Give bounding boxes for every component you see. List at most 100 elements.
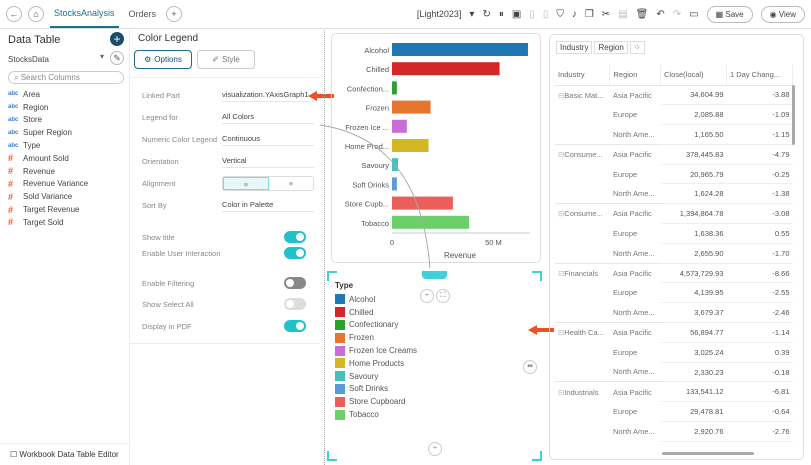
pause-icon[interactable]: ⏸ xyxy=(499,9,504,20)
undo-icon[interactable]: ↶ xyxy=(656,9,664,20)
table-row[interactable]: ⊟Industrials Asia Pacific 133,541.12 -6.81 xyxy=(555,381,793,403)
column-item[interactable]: abc Area xyxy=(8,88,88,101)
legend-item[interactable]: Store Cupboard xyxy=(335,395,417,408)
datasource-select[interactable]: StocksData xyxy=(8,55,49,64)
column-header[interactable]: Industry xyxy=(555,65,611,85)
table-row[interactable]: ⊟Health Ca... Asia Pacific 56,894.77 -1.14 xyxy=(555,322,793,343)
align-right-button[interactable]: ≡ xyxy=(269,177,313,190)
group-chip-industry[interactable]: Industry xyxy=(556,41,593,54)
redo-icon[interactable]: ↷ xyxy=(673,9,681,20)
column-item[interactable]: # Sold Variance xyxy=(8,190,88,203)
bar[interactable] xyxy=(392,100,431,114)
data-table[interactable]: Industry Region ⁘ Industry Region Close(loca… xyxy=(549,34,804,460)
table-row[interactable]: Europe 29,478.81 -0.64 xyxy=(555,401,793,423)
refresh-icon[interactable]: ↻ xyxy=(482,9,490,20)
table-row[interactable]: North Ame... 1,165.50 -1.15 xyxy=(555,124,793,145)
table-row[interactable]: Europe 20,965.79 -0.25 xyxy=(555,164,793,185)
table-row[interactable]: North Ame... 3,679.37 -2.46 xyxy=(555,302,793,324)
delete-icon[interactable]: 🗑 xyxy=(636,9,649,20)
table-row[interactable]: ⊟Financials Asia Pacific 4,573,729.93 -8.66 xyxy=(555,262,793,284)
column-item[interactable]: abc Region xyxy=(8,101,88,114)
legend-item[interactable]: Alcohol xyxy=(335,293,417,306)
column-item[interactable]: # Revenue xyxy=(8,165,88,178)
legend-item[interactable]: Frozen Ice Creams xyxy=(335,344,417,357)
add-data-button[interactable]: + xyxy=(110,32,124,46)
chevron-down-icon[interactable]: ▾ xyxy=(469,9,474,20)
tab-stocksanalysis[interactable]: StocksAnalysis xyxy=(50,0,119,28)
numeric-legend-select[interactable]: Continuous xyxy=(222,132,314,146)
vertical-scrollbar[interactable] xyxy=(792,85,795,145)
toggle-switch[interactable] xyxy=(284,247,306,259)
table-row[interactable]: ⊟Consume... Asia Pacific 378,445.83 -4.79 xyxy=(555,143,793,165)
table-row[interactable]: Europe 4,139.95 -2.55 xyxy=(555,282,793,304)
export-icon[interactable]: ▯ xyxy=(543,9,549,20)
linked-part-field[interactable]: visualization.YAxisGraph1 xyxy=(222,88,314,102)
column-header[interactable]: Close(local) xyxy=(660,65,727,85)
maximize-icon[interactable]: ⛶ xyxy=(436,289,450,303)
table-row[interactable]: ⊟Consume... Asia Pacific 1,394,864.78 -3.08 xyxy=(555,203,793,225)
bar[interactable] xyxy=(392,43,528,56)
column-item[interactable]: # Target Revenue xyxy=(8,203,88,216)
theme-select[interactable]: [Light2023] xyxy=(417,9,462,19)
table-row[interactable]: North Ame... 2,920.76 -2.76 xyxy=(555,421,793,442)
toggle-switch[interactable] xyxy=(284,277,306,289)
resize-horizontal-handle[interactable]: ⇹ xyxy=(523,360,537,374)
bar[interactable] xyxy=(392,62,500,76)
toggle-switch[interactable] xyxy=(284,231,306,243)
legend-item[interactable]: Frozen xyxy=(335,331,417,344)
home-button[interactable]: ⌂ xyxy=(28,6,44,22)
bookmark-icon[interactable]: ⛉ xyxy=(556,9,564,20)
toggle-switch[interactable] xyxy=(284,320,306,332)
options-tab[interactable]: ⚙ Options xyxy=(134,50,192,69)
chevron-down-icon[interactable]: ▾ xyxy=(100,52,104,61)
style-tab[interactable]: ✐ Style xyxy=(197,50,255,69)
horizontal-scrollbar[interactable] xyxy=(662,452,754,455)
column-header[interactable]: Region xyxy=(609,65,661,85)
column-item[interactable]: abc Super Region xyxy=(8,126,88,139)
edit-datasource-button[interactable]: ✎ xyxy=(110,51,124,65)
search-columns-input[interactable]: ⌕ Search Columns xyxy=(8,71,124,84)
legend-item[interactable]: Confectionary xyxy=(335,319,417,332)
comment-icon[interactable]: ▭ xyxy=(689,9,698,20)
pdf-icon[interactable]: ▯ xyxy=(529,9,535,20)
legend-for-select[interactable]: All Colors xyxy=(222,110,314,124)
sort-by-select[interactable]: Color in Palette xyxy=(222,198,314,212)
copy-icon[interactable]: ❐ xyxy=(585,9,594,20)
workbook-data-table-editor-link[interactable]: ☐ Workbook Data Table Editor xyxy=(0,443,130,465)
table-row[interactable]: North Ame... 1,624.28 -1.38 xyxy=(555,183,793,205)
table-row[interactable]: ⊟Basic Mat... Asia Pacific 34,604.99 -3.88 xyxy=(555,84,793,106)
table-row[interactable]: Europe 3,025.24 0.39 xyxy=(555,342,793,363)
snapshot-icon[interactable]: ▣ xyxy=(512,9,521,20)
resize-vertical-handle[interactable]: ÷ xyxy=(428,442,442,456)
cut-icon[interactable]: ✂ xyxy=(602,9,610,20)
legend-item[interactable]: Tobacco xyxy=(335,408,417,421)
hierarchy-icon[interactable]: ⁘ xyxy=(629,41,645,54)
column-item[interactable]: abc Store xyxy=(8,114,88,127)
legend-item[interactable]: Soft Drinks xyxy=(335,383,417,396)
column-item[interactable]: # Amount Sold xyxy=(8,152,88,165)
table-row[interactable]: Europe 2,085.88 -1.09 xyxy=(555,104,793,126)
column-item[interactable]: # Revenue Variance xyxy=(8,178,88,191)
save-button[interactable]: ▦ Save xyxy=(706,5,753,23)
legend-item[interactable]: Chilled xyxy=(335,306,417,319)
table-row[interactable]: North Ame... 2,655.90 -1.70 xyxy=(555,243,793,264)
resize-vertical-handle[interactable]: ÷ xyxy=(420,289,434,303)
tab-orders[interactable]: Orders xyxy=(125,1,161,27)
bell-icon[interactable]: ♪ xyxy=(572,9,577,20)
align-left-button[interactable]: ≡ xyxy=(223,177,269,190)
table-row[interactable]: Europe 1,638.36 0.55 xyxy=(555,223,793,244)
add-tab-button[interactable]: + xyxy=(166,6,183,22)
legend-item[interactable]: Home Products xyxy=(335,357,417,370)
orientation-select[interactable]: Vertical xyxy=(222,154,314,168)
legend-item[interactable]: Savoury xyxy=(335,370,417,383)
color-legend[interactable]: Type Alcohol Chilled Confectionary Frozen Fr… xyxy=(327,271,542,461)
table-row[interactable]: North Ame... 2,330.23 -0.18 xyxy=(555,362,793,383)
drag-handle[interactable] xyxy=(422,271,447,279)
paste-icon[interactable]: ▤ xyxy=(618,9,627,20)
toggle-switch[interactable] xyxy=(284,298,306,310)
group-chip-region[interactable]: Region xyxy=(594,41,628,54)
bar[interactable] xyxy=(392,81,397,95)
column-item[interactable]: abc Type xyxy=(8,139,88,152)
view-button[interactable]: ◉ View xyxy=(760,5,805,23)
column-header[interactable]: 1 Day Chang... xyxy=(726,65,793,85)
